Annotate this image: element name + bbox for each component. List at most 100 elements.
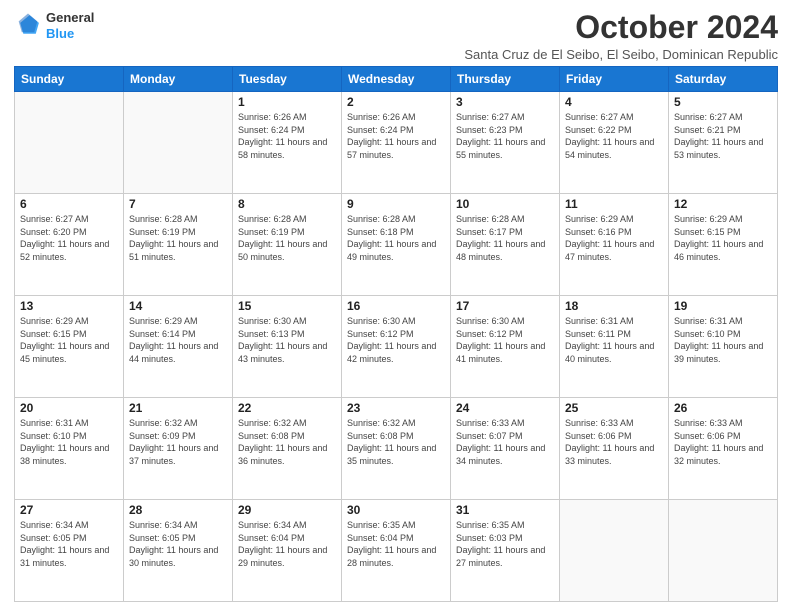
day-number: 8 — [238, 197, 336, 211]
subtitle: Santa Cruz de El Seibo, El Seibo, Domini… — [464, 47, 778, 62]
calendar-cell: 30 Sunrise: 6:35 AM Sunset: 6:04 PM Dayli… — [342, 500, 451, 602]
calendar-cell: 7 Sunrise: 6:28 AM Sunset: 6:19 PM Daylig… — [124, 194, 233, 296]
calendar-cell: 25 Sunrise: 6:33 AM Sunset: 6:06 PM Dayli… — [560, 398, 669, 500]
calendar-cell: 29 Sunrise: 6:34 AM Sunset: 6:04 PM Dayli… — [233, 500, 342, 602]
calendar-cell: 3 Sunrise: 6:27 AM Sunset: 6:23 PM Daylig… — [451, 92, 560, 194]
day-info: Sunrise: 6:27 AM Sunset: 6:22 PM Dayligh… — [565, 111, 663, 161]
day-number: 21 — [129, 401, 227, 415]
week-row-3: 20 Sunrise: 6:31 AM Sunset: 6:10 PM Dayli… — [15, 398, 778, 500]
day-info: Sunrise: 6:29 AM Sunset: 6:16 PM Dayligh… — [565, 213, 663, 263]
day-info: Sunrise: 6:31 AM Sunset: 6:11 PM Dayligh… — [565, 315, 663, 365]
calendar-cell: 1Sunrise: 6:26 AM Sunset: 6:24 PM Daylig… — [233, 92, 342, 194]
calendar-cell: 8 Sunrise: 6:28 AM Sunset: 6:19 PM Daylig… — [233, 194, 342, 296]
calendar-cell: 6 Sunrise: 6:27 AM Sunset: 6:20 PM Daylig… — [15, 194, 124, 296]
day-info: Sunrise: 6:33 AM Sunset: 6:06 PM Dayligh… — [565, 417, 663, 467]
calendar-table: SundayMondayTuesdayWednesdayThursdayFrid… — [14, 66, 778, 602]
calendar-cell: 11 Sunrise: 6:29 AM Sunset: 6:16 PM Dayli… — [560, 194, 669, 296]
day-number: 7 — [129, 197, 227, 211]
logo-line1: General — [46, 10, 94, 26]
month-title: October 2024 — [464, 10, 778, 45]
day-number: 6 — [20, 197, 118, 211]
day-number: 3 — [456, 95, 554, 109]
header-row: SundayMondayTuesdayWednesdayThursdayFrid… — [15, 67, 778, 92]
day-info: Sunrise: 6:33 AM Sunset: 6:06 PM Dayligh… — [674, 417, 772, 467]
col-header-friday: Friday — [560, 67, 669, 92]
title-section: October 2024 Santa Cruz de El Seibo, El … — [464, 10, 778, 62]
logo-icon — [14, 12, 42, 40]
day-number: 5 — [674, 95, 772, 109]
calendar-cell: 18 Sunrise: 6:31 AM Sunset: 6:11 PM Dayli… — [560, 296, 669, 398]
logo: General Blue — [14, 10, 94, 41]
calendar-cell: 24Sunrise: 6:33 AM Sunset: 6:07 PM Dayli… — [451, 398, 560, 500]
day-info: Sunrise: 6:31 AM Sunset: 6:10 PM Dayligh… — [674, 315, 772, 365]
col-header-sunday: Sunday — [15, 67, 124, 92]
calendar-cell: 16 Sunrise: 6:30 AM Sunset: 6:12 PM Dayli… — [342, 296, 451, 398]
calendar-cell: 31Sunrise: 6:35 AM Sunset: 6:03 PM Dayli… — [451, 500, 560, 602]
day-number: 30 — [347, 503, 445, 517]
day-number: 31 — [456, 503, 554, 517]
calendar-cell: 27Sunrise: 6:34 AM Sunset: 6:05 PM Dayli… — [15, 500, 124, 602]
day-info: Sunrise: 6:32 AM Sunset: 6:08 PM Dayligh… — [238, 417, 336, 467]
day-info: Sunrise: 6:30 AM Sunset: 6:12 PM Dayligh… — [456, 315, 554, 365]
day-number: 25 — [565, 401, 663, 415]
logo-text: General Blue — [46, 10, 94, 41]
day-number: 18 — [565, 299, 663, 313]
col-header-saturday: Saturday — [669, 67, 778, 92]
day-info: Sunrise: 6:28 AM Sunset: 6:19 PM Dayligh… — [238, 213, 336, 263]
day-number: 4 — [565, 95, 663, 109]
day-info: Sunrise: 6:27 AM Sunset: 6:23 PM Dayligh… — [456, 111, 554, 161]
calendar-cell: 15 Sunrise: 6:30 AM Sunset: 6:13 PM Dayli… — [233, 296, 342, 398]
day-info: Sunrise: 6:30 AM Sunset: 6:13 PM Dayligh… — [238, 315, 336, 365]
day-number: 24 — [456, 401, 554, 415]
calendar-cell: 17 Sunrise: 6:30 AM Sunset: 6:12 PM Dayli… — [451, 296, 560, 398]
calendar-cell — [669, 500, 778, 602]
day-info: Sunrise: 6:35 AM Sunset: 6:04 PM Dayligh… — [347, 519, 445, 569]
week-row-1: 6 Sunrise: 6:27 AM Sunset: 6:20 PM Daylig… — [15, 194, 778, 296]
day-info: Sunrise: 6:30 AM Sunset: 6:12 PM Dayligh… — [347, 315, 445, 365]
day-info: Sunrise: 6:29 AM Sunset: 6:15 PM Dayligh… — [674, 213, 772, 263]
day-info: Sunrise: 6:27 AM Sunset: 6:20 PM Dayligh… — [20, 213, 118, 263]
day-info: Sunrise: 6:32 AM Sunset: 6:08 PM Dayligh… — [347, 417, 445, 467]
col-header-thursday: Thursday — [451, 67, 560, 92]
day-number: 15 — [238, 299, 336, 313]
day-number: 9 — [347, 197, 445, 211]
day-info: Sunrise: 6:34 AM Sunset: 6:05 PM Dayligh… — [20, 519, 118, 569]
day-number: 20 — [20, 401, 118, 415]
day-info: Sunrise: 6:34 AM Sunset: 6:05 PM Dayligh… — [129, 519, 227, 569]
day-number: 17 — [456, 299, 554, 313]
day-info: Sunrise: 6:26 AM Sunset: 6:24 PM Dayligh… — [347, 111, 445, 161]
day-info: Sunrise: 6:32 AM Sunset: 6:09 PM Dayligh… — [129, 417, 227, 467]
calendar-cell — [560, 500, 669, 602]
calendar-cell: 4 Sunrise: 6:27 AM Sunset: 6:22 PM Daylig… — [560, 92, 669, 194]
day-number: 23 — [347, 401, 445, 415]
logo-line2: Blue — [46, 26, 94, 42]
calendar-cell: 20 Sunrise: 6:31 AM Sunset: 6:10 PM Dayli… — [15, 398, 124, 500]
col-header-tuesday: Tuesday — [233, 67, 342, 92]
day-info: Sunrise: 6:27 AM Sunset: 6:21 PM Dayligh… — [674, 111, 772, 161]
calendar-cell: 12 Sunrise: 6:29 AM Sunset: 6:15 PM Dayli… — [669, 194, 778, 296]
day-number: 12 — [674, 197, 772, 211]
day-number: 14 — [129, 299, 227, 313]
calendar-cell — [124, 92, 233, 194]
day-number: 22 — [238, 401, 336, 415]
day-number: 19 — [674, 299, 772, 313]
calendar-cell: 22 Sunrise: 6:32 AM Sunset: 6:08 PM Dayli… — [233, 398, 342, 500]
week-row-0: 1Sunrise: 6:26 AM Sunset: 6:24 PM Daylig… — [15, 92, 778, 194]
calendar-cell: 14Sunrise: 6:29 AM Sunset: 6:14 PM Dayli… — [124, 296, 233, 398]
day-number: 29 — [238, 503, 336, 517]
calendar-cell: 21 Sunrise: 6:32 AM Sunset: 6:09 PM Dayli… — [124, 398, 233, 500]
page: General Blue October 2024 Santa Cruz de … — [0, 0, 792, 612]
calendar-cell: 13Sunrise: 6:29 AM Sunset: 6:15 PM Dayli… — [15, 296, 124, 398]
calendar-cell: 19 Sunrise: 6:31 AM Sunset: 6:10 PM Dayli… — [669, 296, 778, 398]
day-number: 28 — [129, 503, 227, 517]
day-info: Sunrise: 6:28 AM Sunset: 6:19 PM Dayligh… — [129, 213, 227, 263]
day-number: 16 — [347, 299, 445, 313]
calendar-cell: 28 Sunrise: 6:34 AM Sunset: 6:05 PM Dayli… — [124, 500, 233, 602]
day-number: 11 — [565, 197, 663, 211]
calendar-cell: 10Sunrise: 6:28 AM Sunset: 6:17 PM Dayli… — [451, 194, 560, 296]
day-number: 2 — [347, 95, 445, 109]
day-number: 13 — [20, 299, 118, 313]
day-info: Sunrise: 6:34 AM Sunset: 6:04 PM Dayligh… — [238, 519, 336, 569]
day-info: Sunrise: 6:31 AM Sunset: 6:10 PM Dayligh… — [20, 417, 118, 467]
calendar-cell: 5 Sunrise: 6:27 AM Sunset: 6:21 PM Daylig… — [669, 92, 778, 194]
